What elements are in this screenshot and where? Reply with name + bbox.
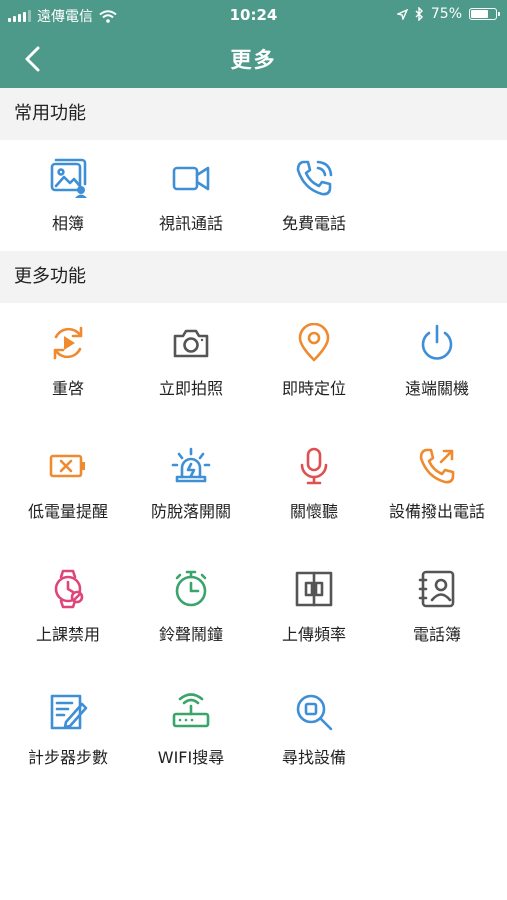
power-icon [417, 323, 457, 363]
feature-label: 重啓 [51, 379, 84, 398]
status-right: 75% [396, 6, 500, 22]
feature-tile[interactable]: 立即拍照 [130, 305, 252, 415]
feature-label: WIFI搜尋 [157, 748, 225, 767]
feature-label: 上課禁用 [35, 625, 100, 644]
feature-tile[interactable]: 鈴聲鬧鐘 [130, 551, 252, 661]
feature-label: 免費電話 [281, 214, 346, 233]
pedometer-icon [48, 692, 88, 732]
alarm-clock-icon [171, 569, 211, 609]
feature-tile[interactable]: 遠端關機 [376, 305, 498, 415]
feature-label: 即時定位 [281, 379, 346, 398]
feature-tile[interactable]: 設備撥出電話 [376, 428, 498, 538]
feature-tile[interactable]: 電話簿 [376, 551, 498, 661]
low-battery-icon [48, 446, 88, 486]
feature-label: 電話簿 [412, 625, 461, 644]
battery-percent: 75% [430, 6, 462, 22]
photo-album-icon [48, 158, 88, 198]
outgoing-call-icon [417, 446, 457, 486]
feature-label: 防脫落開關 [150, 502, 231, 521]
feature-label: 計步器步數 [27, 748, 108, 767]
feature-row: 重啓 立即拍照 即時定位 遠端關機 [0, 305, 507, 415]
location-arrow-icon [396, 8, 408, 20]
location-pin-icon [294, 322, 334, 363]
feature-label: 遠端關機 [404, 379, 469, 398]
feature-tile[interactable]: 即時定位 [253, 305, 375, 415]
camera-icon [171, 323, 211, 363]
phone-call-icon [294, 158, 334, 198]
upload-frequency-icon [294, 569, 334, 609]
feature-label: 相簿 [51, 214, 84, 233]
feature-tile[interactable]: 低電量提醒 [7, 428, 129, 538]
feature-tile[interactable]: 重啓 [7, 305, 129, 415]
search-device-icon [294, 692, 334, 732]
grid-common: 相簿 視訊通話 免費電話 [0, 140, 507, 250]
feature-label: 關懷聽 [289, 502, 338, 521]
page-title: 更多 [230, 48, 277, 72]
feature-label: 視訊通話 [158, 214, 223, 233]
feature-label: 上傳頻率 [281, 625, 346, 644]
feature-tile[interactable]: 關懷聽 [253, 428, 375, 538]
feature-row: 上課禁用 鈴聲鬧鐘 上傳頻率 電話簿 [0, 551, 507, 661]
section-header-common: 常用功能 [0, 88, 507, 140]
battery-icon [469, 8, 500, 20]
watch-disabled-icon [48, 569, 88, 609]
feature-tile[interactable]: 防脫落開關 [130, 428, 252, 538]
feature-row: 低電量提醒 防脫落開關 關懷聽 設備撥出電話 [0, 428, 507, 538]
video-camera-icon [171, 158, 211, 198]
alarm-light-icon [171, 446, 211, 486]
feature-row: 計步器步數 WIFI搜尋 尋找設備 [0, 674, 507, 784]
feature-tile[interactable]: 免費電話 [253, 140, 375, 250]
microphone-icon [294, 446, 334, 486]
feature-tile[interactable]: 計步器步數 [7, 674, 129, 784]
feature-tile[interactable]: 上課禁用 [7, 551, 129, 661]
feature-tile[interactable]: 視訊通話 [130, 140, 252, 250]
feature-tile[interactable]: WIFI搜尋 [130, 674, 252, 784]
feature-tile[interactable]: 尋找設備 [253, 674, 375, 784]
section-header-more: 更多功能 [0, 251, 507, 303]
feature-label: 立即拍照 [158, 379, 223, 398]
feature-label: 尋找設備 [281, 748, 346, 767]
feature-label: 鈴聲鬧鐘 [158, 625, 223, 644]
wifi-router-icon [171, 692, 211, 732]
feature-label: 設備撥出電話 [388, 502, 485, 521]
bluetooth-icon [415, 7, 423, 21]
feature-tile[interactable]: 上傳頻率 [253, 551, 375, 661]
restart-icon [48, 323, 88, 363]
feature-tile[interactable]: 相簿 [7, 140, 129, 250]
feature-label: 低電量提醒 [27, 502, 108, 521]
status-bar: 遠傳電信 10:24 75% [0, 0, 507, 30]
phonebook-icon [417, 569, 457, 609]
nav-bar: 更多 [0, 30, 507, 88]
